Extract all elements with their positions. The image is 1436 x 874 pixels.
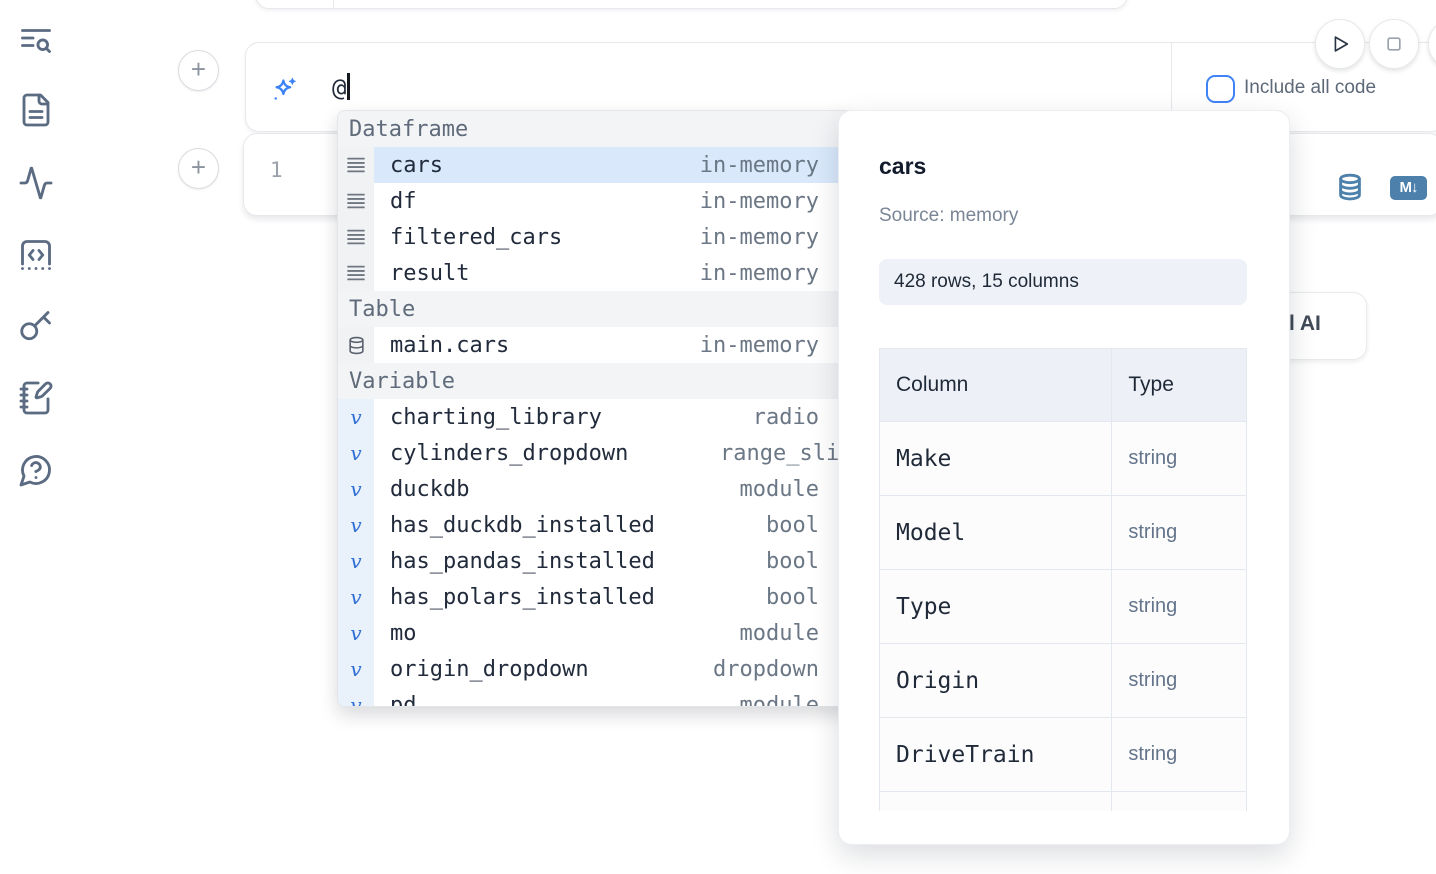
schema-header-row: Column Type	[880, 349, 1246, 422]
ai-prompt-input[interactable]: @	[332, 73, 350, 102]
run-cell-button[interactable]	[1315, 19, 1365, 69]
key-icon[interactable]	[18, 308, 54, 344]
include-all-code-label: Include all code	[1244, 77, 1376, 99]
variable-icon: v	[338, 399, 374, 435]
completion-item-origin-dropdown[interactable]: v origin_dropdown dropdown	[338, 651, 851, 687]
type-header: Type	[1112, 349, 1246, 421]
completion-section-header: Dataframe	[338, 111, 851, 147]
include-all-code-checkbox[interactable]	[1206, 75, 1235, 103]
schema-row: Type string	[880, 570, 1246, 644]
variable-icon: v	[338, 543, 374, 579]
completion-item-cylinders-dropdown[interactable]: v cylinders_dropdown range_slider	[338, 435, 851, 471]
stop-button[interactable]	[1369, 19, 1419, 69]
variable-icon: v	[338, 507, 374, 543]
schema-row: DriveTrain string	[880, 718, 1246, 792]
sparkles-icon	[271, 76, 298, 103]
completion-item-filtered-cars[interactable]: filtered_cars in-memory	[338, 219, 851, 255]
completion-dropdown: Dataframe cars in-memory df in-memory fi…	[337, 110, 852, 707]
divider	[333, 0, 334, 8]
column-header: Column	[880, 349, 1112, 421]
completion-item-has-duckdb-installed[interactable]: v has_duckdb_installed bool	[338, 507, 851, 543]
stop-icon	[1384, 34, 1404, 54]
completion-item-cars[interactable]: cars in-memory	[338, 147, 851, 183]
completion-item-charting-library[interactable]: v charting_library radio	[338, 399, 851, 435]
preview-title: cars	[879, 153, 926, 180]
dataframe-icon	[338, 219, 374, 255]
add-cell-button[interactable]: +	[178, 148, 219, 189]
preview-source: Source: memory	[879, 205, 1018, 227]
completion-item-df[interactable]: df in-memory	[338, 183, 851, 219]
line-number: 1	[270, 158, 283, 182]
completion-item-mo[interactable]: v mo module	[338, 615, 851, 651]
completion-item-has-polars-installed[interactable]: v has_polars_installed bool	[338, 579, 851, 615]
file-text-icon[interactable]	[18, 92, 54, 128]
completion-item-has-pandas-installed[interactable]: v has_pandas_installed bool	[338, 543, 851, 579]
notebook-pen-icon[interactable]	[18, 380, 54, 416]
completion-item-result[interactable]: result in-memory	[338, 255, 851, 291]
text-cursor	[347, 73, 350, 100]
completion-item-main-cars[interactable]: main.cars in-memory	[338, 327, 851, 363]
dataframe-icon	[338, 183, 374, 219]
schema-table: Column Type Make string Model string Typ…	[879, 348, 1247, 811]
ai-button-label: l AI	[1289, 312, 1321, 336]
completion-item-pd[interactable]: v pd module	[338, 687, 851, 707]
completion-item-duckdb[interactable]: v duckdb module	[338, 471, 851, 507]
schema-row: Make string	[880, 422, 1246, 496]
play-icon	[1329, 33, 1351, 55]
schema-row: Model string	[880, 496, 1246, 570]
variable-icon: v	[338, 615, 374, 651]
code-snippets-icon[interactable]	[18, 237, 54, 273]
completion-section-header: Table	[338, 291, 851, 327]
dataframe-preview-panel: cars Source: memory 428 rows, 15 columns…	[838, 110, 1290, 845]
marimo-notebook: + + @ Include all code 1	[0, 0, 1436, 874]
activity-icon[interactable]	[18, 165, 54, 201]
previous-cell-edge	[255, 0, 1128, 9]
variable-icon: v	[338, 471, 374, 507]
completion-section-header: Variable	[338, 363, 851, 399]
markdown-badge-icon[interactable]: M↓	[1390, 176, 1427, 200]
database-icon	[338, 327, 374, 363]
variable-icon: v	[338, 435, 374, 471]
variable-icon: v	[338, 687, 374, 707]
shape-badge: 428 rows, 15 columns	[879, 259, 1247, 305]
list-search-icon[interactable]	[18, 23, 54, 59]
add-cell-button[interactable]: +	[178, 50, 219, 91]
dataframe-icon	[338, 147, 374, 183]
schema-row-partial	[880, 792, 1246, 811]
variable-icon: v	[338, 651, 374, 687]
schema-row: Origin string	[880, 644, 1246, 718]
help-chat-icon[interactable]	[18, 452, 54, 488]
variable-icon: v	[338, 579, 374, 615]
dataframe-icon	[338, 255, 374, 291]
datasource-icon[interactable]	[1335, 172, 1365, 202]
